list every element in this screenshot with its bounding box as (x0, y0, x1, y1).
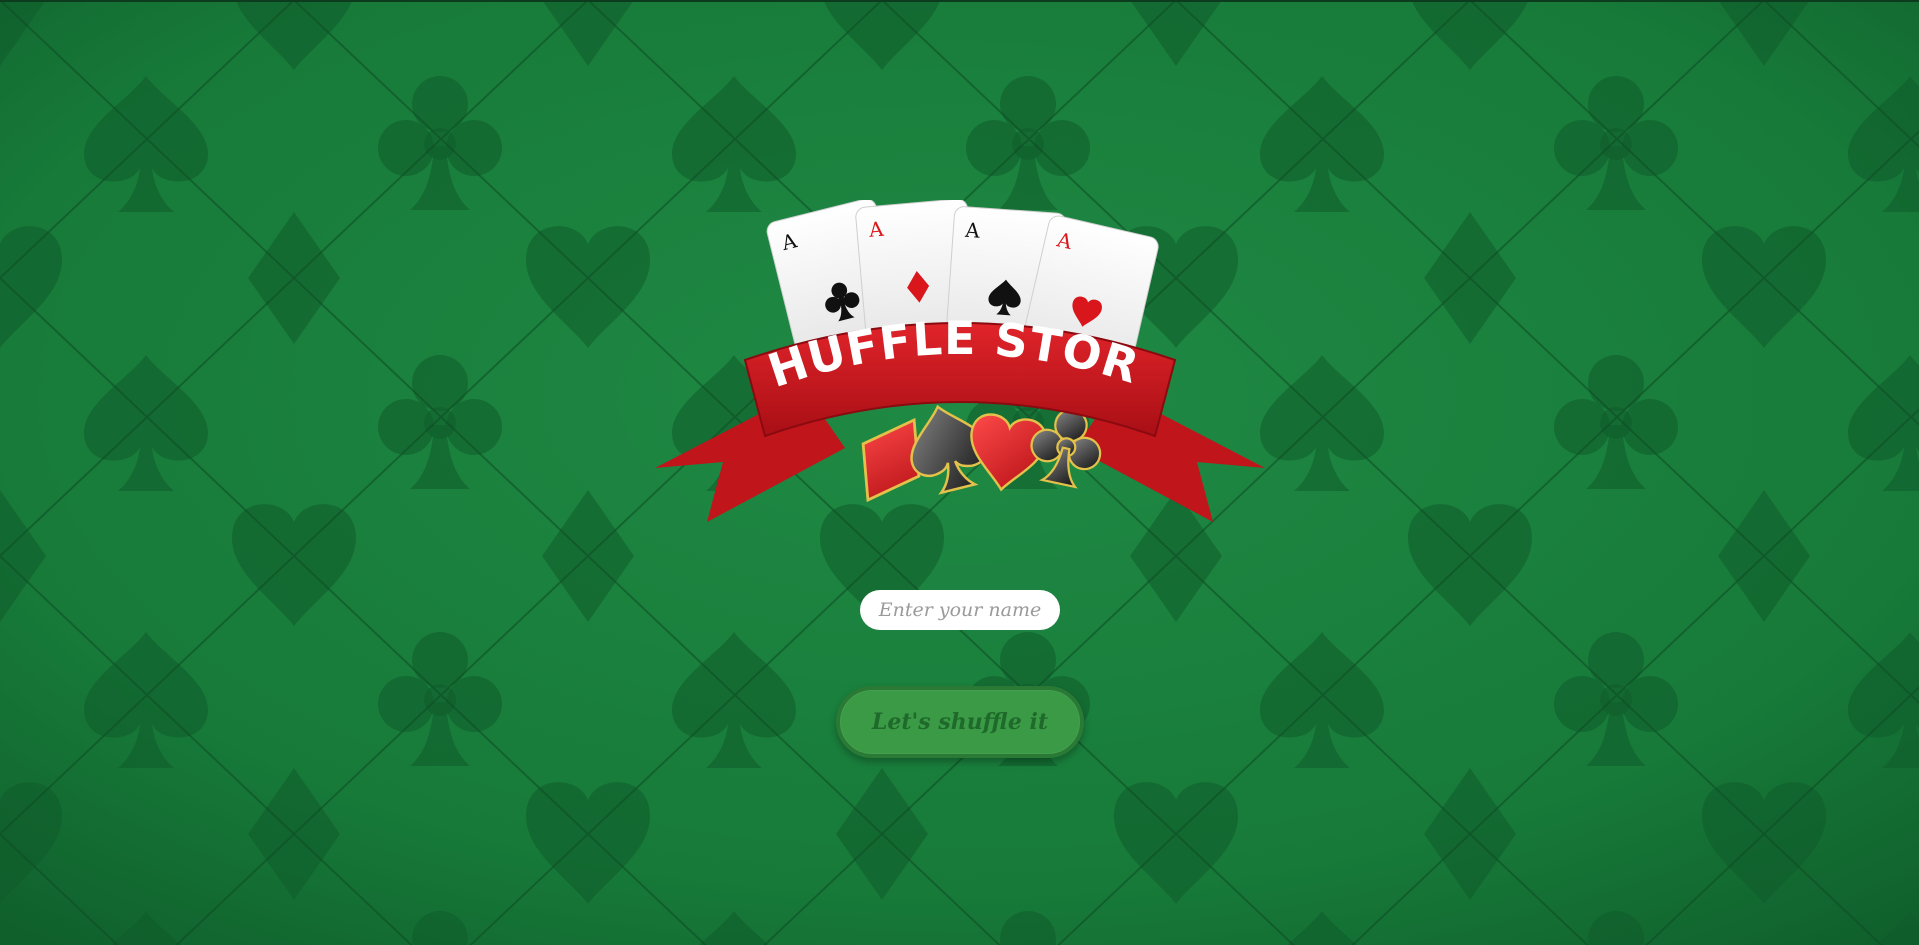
top-border (0, 0, 1919, 2)
player-name-input[interactable] (860, 590, 1060, 630)
suit-emblems (838, 396, 1110, 518)
card-rank: A (964, 218, 982, 243)
shuffle-start-button[interactable]: Let's shuffle it (836, 686, 1084, 758)
shuffle-storm-logo: A A A A SHUFFLE STORM (655, 200, 1265, 522)
card-rank: A (867, 217, 885, 242)
